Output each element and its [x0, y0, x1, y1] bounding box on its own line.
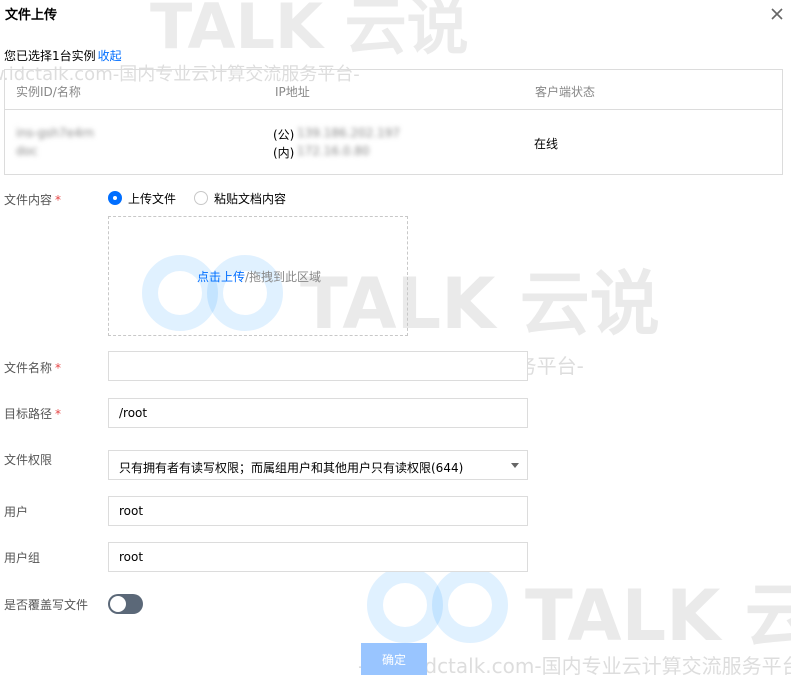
- watermark-brand-bottom: TALK 云说: [525, 560, 791, 661]
- target-path-label-text: 目标路径: [4, 407, 53, 421]
- radio-paste-label: 粘贴文档内容: [214, 191, 287, 206]
- confirm-button[interactable]: 确定: [361, 643, 427, 675]
- private-ip: 172.16.0.80: [297, 144, 370, 158]
- file-name-input[interactable]: [108, 351, 528, 381]
- radio-upload-file[interactable]: 上传文件: [108, 190, 176, 206]
- client-status: 在线: [534, 137, 559, 151]
- watermark-cn: 云说: [344, 0, 469, 63]
- radio-unchecked-icon: [194, 191, 208, 205]
- user-group-label: 用户组: [4, 551, 41, 565]
- column-header-ip: IP地址: [275, 85, 310, 99]
- close-icon[interactable]: [768, 5, 786, 23]
- caret-down-icon: [511, 463, 519, 468]
- user-label: 用户: [4, 505, 29, 519]
- table-header: 实例ID/名称 IP地址 客户端状态: [5, 70, 782, 110]
- upload-text: 点击上传/拖拽到此区域: [197, 268, 321, 285]
- upload-hint: /拖拽到此区域: [245, 270, 322, 284]
- collapse-link[interactable]: 收起: [98, 49, 122, 63]
- dialog-title: 文件上传: [5, 8, 58, 23]
- upload-dropzone[interactable]: 点击上传/拖拽到此区域: [108, 216, 408, 336]
- file-content-label-text: 文件内容: [4, 193, 53, 207]
- radio-upload-label: 上传文件: [128, 191, 177, 206]
- click-upload-link[interactable]: 点击上传: [197, 270, 245, 284]
- public-ip: 139.186.202.197: [297, 126, 401, 140]
- private-ip-prefix: (内): [273, 146, 295, 160]
- radio-checked-icon: [108, 191, 122, 205]
- selected-count-text: 您已选择1台实例: [4, 49, 96, 63]
- watermark-cn: 云说: [519, 263, 660, 345]
- file-name-label: 文件名称 *: [4, 359, 61, 376]
- instance-id: ins-gsh7e4rn: [16, 126, 94, 140]
- overwrite-label: 是否覆盖写文件: [4, 598, 89, 612]
- file-content-label: 文件内容 *: [4, 191, 61, 208]
- column-header-instance: 实例ID/名称: [16, 85, 81, 99]
- user-input[interactable]: [108, 496, 528, 526]
- target-path-input[interactable]: [108, 398, 528, 428]
- file-permission-select[interactable]: 只有拥有者有读写权限；而属组用户和其他用户只有读权限(644): [108, 450, 528, 480]
- watermark-latin: TALK: [525, 575, 721, 657]
- watermark-brand-top: TALK 云说: [150, 0, 469, 66]
- required-mark: *: [55, 361, 62, 375]
- target-path-label: 目标路径 *: [4, 405, 61, 422]
- watermark-cn: 云说: [744, 575, 791, 657]
- public-ip-prefix: (公): [273, 128, 295, 142]
- instance-table: 实例ID/名称 IP地址 客户端状态 ins-gsh7e4rn doc (公) …: [4, 69, 783, 175]
- file-permission-value: 只有拥有者有读写权限；而属组用户和其他用户只有读权限(644): [119, 461, 464, 475]
- selected-instances-info: 您已选择1台实例 收起: [4, 47, 122, 64]
- watermark-latin: TALK: [150, 0, 324, 63]
- file-name-label-text: 文件名称: [4, 361, 53, 375]
- radio-paste-content[interactable]: 粘贴文档内容: [194, 190, 286, 206]
- file-permission-label: 文件权限: [4, 453, 53, 467]
- instance-name: doc: [16, 144, 38, 158]
- column-header-status: 客户端状态: [535, 85, 596, 99]
- watermark-logo-icon: [350, 560, 530, 653]
- overwrite-toggle[interactable]: [108, 594, 143, 614]
- user-group-input[interactable]: [108, 542, 528, 572]
- toggle-knob: [110, 596, 126, 612]
- required-mark: *: [55, 193, 62, 207]
- required-mark: *: [55, 407, 62, 421]
